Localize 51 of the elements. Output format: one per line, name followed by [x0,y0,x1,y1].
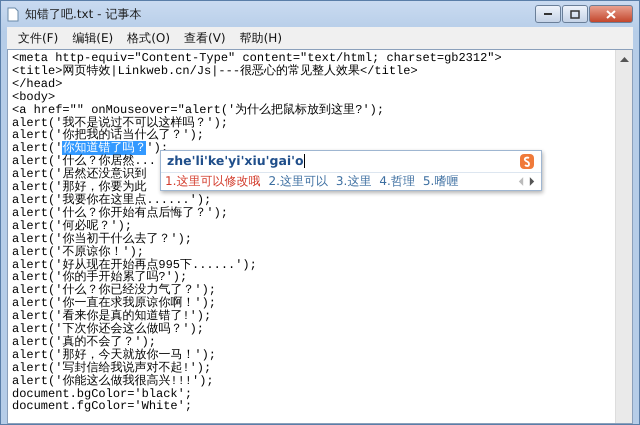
code-line: <title>网页特效|Linkweb.cn/Js|---很恶心的常见整人效果</title> [12,64,418,78]
candidate-word[interactable]: 5.嗜喱 [422,174,458,189]
close-icon [606,10,616,18]
code-line: alert('什么？你已经没力气了？'); [12,284,216,298]
maximize-button[interactable] [562,5,588,23]
code-line: alert('那好，你要为此 [12,181,146,194]
code-line: alert('何必呢？'); [12,220,132,233]
input-method-logo-icon [519,152,535,170]
menu-item[interactable]: 帮助(H) [232,28,289,48]
code-line: alert('真的不会了？'); [12,336,156,349]
menu-item[interactable]: 文件(F) [11,28,66,48]
candidate-word[interactable]: 4.哲理 [379,174,415,189]
code-line: alert('下次你还会这么做吗？'); [12,323,204,336]
text-editor[interactable] [7,49,633,424]
code-line: alert('我不是说过不可以这样吗？'); [12,116,228,130]
window-title: 知错了吧.txt - 记事本 [25,6,142,23]
code-line: alert('居然还没意识到 [12,168,146,182]
code-line: alert('你把我的话当什么了？'); [12,129,204,142]
code-line: alert('看来你是真的知道错了!'); [12,310,212,324]
candidate-word[interactable]: 2.这里可以 [268,174,328,189]
scrollbar[interactable] [615,50,632,423]
code-line: alert('什么？你居然... [12,155,156,168]
next-page-icon[interactable] [527,176,537,187]
code-line: alert('你的手开始累了吗?'); [12,271,188,284]
pinyin-composition: zhe'li'ke'yi'xiu'gai'o [167,152,304,170]
candidate-word[interactable]: 1.这里可以修改哦 [165,174,260,189]
code-line: document.bgColor='black'; [12,388,192,400]
maximize-icon [570,10,580,18]
code-line: <a href="" onMouseover="alert('为什么把鼠标放到这里?'); [12,104,384,117]
code-line: alert('你能这么做我很高兴!!!'); [12,374,214,388]
code-line: <body> [12,90,56,104]
code-line: alert('那好，今天就放你一马！'); [12,348,216,362]
code-line: alert('好从现在开始再点995下......'); [12,258,257,272]
code-line: document.fgColor='White'; [12,400,192,414]
code-line: alert('你当初干什么去了？'); [12,232,192,246]
code-line: <meta http-equiv="Content-Type" content="text/html; charset=gb2312"> [12,52,502,65]
code-line: alert('写封信给我说声对不起!'); [12,362,212,375]
menu-item[interactable]: 查看(V) [177,28,233,48]
minimize-icon [543,12,553,16]
code-line: alert('我要你在这里点......'); [12,194,212,207]
code-line: alert('不原谅你！'); [12,246,144,258]
document-icon [7,6,19,22]
minimize-button[interactable] [535,5,561,23]
code-line: alert('你一直在求我原谅你啊！'); [12,297,216,310]
close-button[interactable] [589,5,633,23]
scroll-up-icon[interactable] [620,56,628,62]
code-line: </head> [12,78,62,91]
code-line: alert('什么？你开始有点后悔了？'); [12,206,228,220]
menu-item[interactable]: 格式(O) [120,28,178,48]
candidate-word[interactable]: 3.这里 [336,174,372,189]
menu-item[interactable]: 编辑(E) [65,28,120,48]
